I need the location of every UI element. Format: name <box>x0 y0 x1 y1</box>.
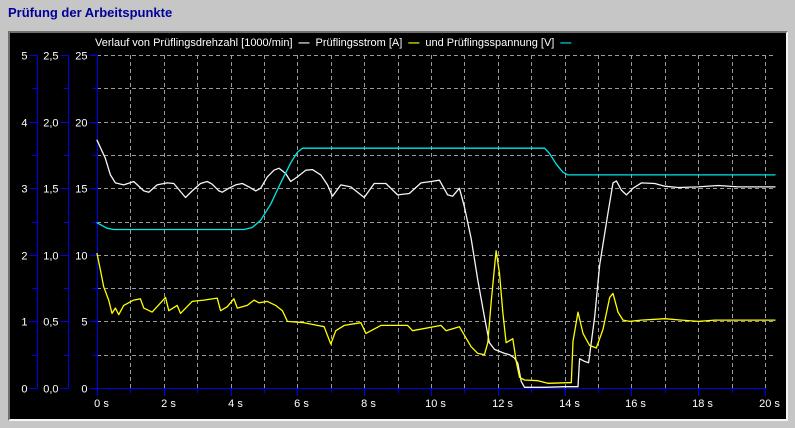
legend-color-dash: — <box>298 37 310 49</box>
y-axis-2-tick-label: 15 <box>75 184 87 196</box>
y-axis-0-tick-label: 2 <box>21 251 27 263</box>
x-axis-tick-label: 6 s <box>294 398 309 410</box>
legend-item-label: und Prüflingsspannung [V] <box>425 37 555 49</box>
x-axis-tick-label: 0 s <box>94 398 109 410</box>
series-line <box>96 139 776 388</box>
y-axis-0-tick-label: 0 <box>21 384 27 396</box>
y-axis-1-tick-label: 0,5 <box>43 317 58 329</box>
legend-item-label: Prüflingsstrom [A] <box>315 37 403 49</box>
y-axis-1-tick-label: 1,0 <box>43 251 58 263</box>
x-axis-tick-label: 10 s <box>425 398 446 410</box>
y-axis-2-tick-label: 0 <box>81 384 87 396</box>
y-axis-1-tick-label: 2,0 <box>43 118 58 130</box>
chart-panel: Verlauf von Prüflingsdrehzahl [1000/min]… <box>8 31 788 421</box>
x-axis-tick-label: 8 s <box>361 398 376 410</box>
y-axis-1-tick-label: 0,0 <box>43 384 58 396</box>
x-axis-tick-label: 2 s <box>161 398 176 410</box>
y-axis-2-tick-label: 5 <box>81 317 87 329</box>
y-axis-1-tick-label: 1,5 <box>43 184 58 196</box>
y-axis-0-tick-label: 4 <box>21 118 27 130</box>
legend-item-label: Verlauf von Prüflingsdrehzahl [1000/min] <box>95 37 293 49</box>
y-axis-0-tick-label: 1 <box>21 317 27 329</box>
x-axis-tick-label: 16 s <box>625 398 646 410</box>
y-axis-2-tick-label: 20 <box>75 118 87 130</box>
legend-color-dash: — <box>408 37 420 49</box>
series-line <box>96 250 776 384</box>
x-axis-tick-label: 4 s <box>228 398 243 410</box>
y-axis-2-tick-label: 25 <box>75 51 87 63</box>
chart-plot: 0 1 2 3 4 5 0,0 0,5 1,0 1,5 2,0 2,5 0 5 10 15 20 25 0 s 2 s… <box>21 51 780 411</box>
page-title: Prüfung der Arbeitspunkte <box>8 5 173 20</box>
x-axis-tick-label: 12 s <box>492 398 513 410</box>
x-axis-tick-label: 20 s <box>759 398 780 410</box>
y-axis-1-tick-label: 2,5 <box>43 51 58 63</box>
y-axis-2-tick-label: 10 <box>75 251 87 263</box>
chart-legend: Verlauf von Prüflingsdrehzahl [1000/min]… <box>95 36 571 50</box>
x-axis-tick-label: 14 s <box>559 398 580 410</box>
y-axis-0-tick-label: 3 <box>21 184 27 196</box>
y-axis-0-tick-label: 5 <box>21 51 27 63</box>
x-axis-tick-label: 18 s <box>692 398 713 410</box>
window: Prüfung der Arbeitspunkte Verlauf von Pr… <box>0 0 795 428</box>
legend-color-dash: — <box>560 37 572 49</box>
